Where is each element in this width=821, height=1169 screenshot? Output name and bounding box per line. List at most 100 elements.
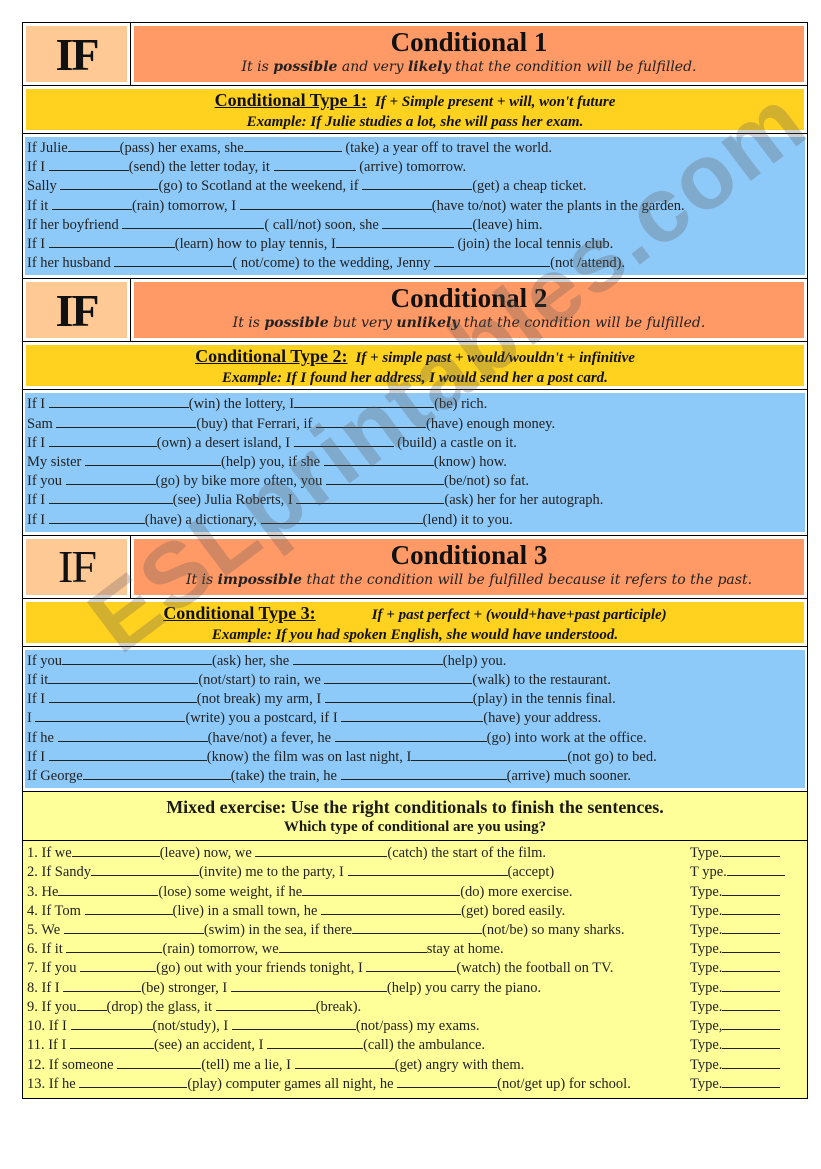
answer-blank[interactable]: [278, 940, 427, 954]
answer-blank[interactable]: [63, 921, 204, 935]
answer-blank[interactable]: [382, 216, 473, 229]
sentence-text: (walk) to the restaurant.: [472, 672, 611, 689]
answer-blank[interactable]: [230, 979, 387, 992]
answer-blank[interactable]: [48, 158, 129, 172]
answer-blank[interactable]: [56, 415, 197, 428]
answer-blank[interactable]: [352, 921, 482, 935]
sentence-text: 3. He: [27, 883, 59, 900]
answer-blank[interactable]: [48, 671, 199, 685]
answer-blank[interactable]: [341, 709, 484, 723]
answer-blank[interactable]: [117, 1056, 202, 1069]
type-blank[interactable]: [722, 979, 781, 992]
answer-blank[interactable]: [48, 434, 157, 447]
sentence-text: (see) an accident, I: [153, 1037, 268, 1054]
type-blank[interactable]: [722, 921, 781, 935]
answer-blank[interactable]: [316, 415, 426, 428]
answer-blank[interactable]: [79, 1075, 188, 1088]
type-blank[interactable]: [722, 1056, 781, 1069]
type-blank[interactable]: [722, 1017, 781, 1031]
answer-blank[interactable]: [243, 139, 342, 152]
answer-blank[interactable]: [294, 1056, 395, 1069]
exercise-item: If Julie (pass) her exams, she (take) a y…: [27, 139, 805, 158]
answer-blank[interactable]: [321, 902, 462, 915]
answer-blank[interactable]: [293, 434, 394, 447]
sentence-text: 13. If he: [27, 1075, 80, 1092]
answer-blank[interactable]: [60, 177, 159, 191]
type-blank[interactable]: [722, 1036, 781, 1050]
answer-blank[interactable]: [114, 254, 233, 268]
type-blank[interactable]: [722, 1075, 781, 1088]
answer-blank[interactable]: [411, 748, 568, 761]
answer-blank[interactable]: [70, 1017, 153, 1031]
mixed-item: 2. If Sandy (invite) me to the party, I (…: [27, 863, 805, 882]
answer-blank[interactable]: [80, 959, 157, 973]
sentence-text: (leave) him.: [472, 216, 543, 233]
answer-blank[interactable]: [69, 1036, 154, 1050]
exercise-item: If I (have) a dictionary, (lend) it to y…: [27, 511, 805, 530]
answer-blank[interactable]: [347, 863, 508, 877]
answer-blank[interactable]: [323, 453, 434, 467]
sentence-text: (own) a desert island, I: [156, 434, 294, 451]
exercise-item: If I (own) a desert island, I (build) a …: [27, 434, 805, 453]
subtitle-part: It is: [232, 315, 265, 332]
answer-blank[interactable]: [58, 883, 159, 896]
answer-blank[interactable]: [62, 652, 213, 665]
answer-blank[interactable]: [434, 254, 551, 268]
type-blank[interactable]: [722, 902, 781, 915]
rule-line: Conditional Type 3: If + past perfect + (…: [26, 602, 804, 626]
answer-blank[interactable]: [273, 158, 356, 172]
answer-blank[interactable]: [48, 690, 197, 704]
sentence-text: If I: [27, 511, 49, 528]
answer-blank[interactable]: [292, 652, 443, 665]
type-blank[interactable]: [722, 844, 781, 858]
answer-blank[interactable]: [85, 453, 221, 467]
answer-blank[interactable]: [335, 235, 454, 249]
answer-blank[interactable]: [294, 395, 435, 409]
answer-blank[interactable]: [366, 959, 457, 973]
type-blank[interactable]: [722, 998, 781, 1011]
answer-blank[interactable]: [267, 1036, 364, 1050]
answer-blank[interactable]: [48, 748, 207, 761]
answer-blank[interactable]: [71, 844, 160, 858]
answer-blank[interactable]: [48, 395, 189, 409]
answer-blank[interactable]: [76, 998, 107, 1011]
answer-blank[interactable]: [362, 177, 473, 191]
answer-blank[interactable]: [215, 998, 316, 1011]
answer-blank[interactable]: [48, 491, 173, 505]
answer-blank[interactable]: [326, 472, 445, 486]
answer-blank[interactable]: [340, 767, 507, 781]
answer-blank[interactable]: [48, 511, 145, 524]
answer-blank[interactable]: [35, 709, 186, 723]
sentence-text: (arrive) much sooner.: [506, 768, 632, 785]
answer-blank[interactable]: [57, 729, 208, 742]
section-header: IF Conditional 3 It is impossible that the…: [23, 535, 807, 599]
type-blank[interactable]: [722, 959, 781, 973]
answer-blank[interactable]: [65, 472, 156, 486]
answer-blank[interactable]: [324, 671, 473, 685]
answer-blank[interactable]: [296, 491, 445, 505]
answer-blank[interactable]: [66, 940, 163, 954]
answer-blank[interactable]: [239, 197, 432, 210]
answer-blank[interactable]: [91, 863, 200, 877]
answer-blank[interactable]: [397, 1075, 498, 1088]
answer-blank[interactable]: [302, 883, 461, 896]
answer-blank[interactable]: [324, 690, 473, 704]
answer-blank[interactable]: [255, 844, 388, 858]
answer-blank[interactable]: [334, 729, 487, 742]
answer-blank[interactable]: [231, 1017, 356, 1031]
answer-blank[interactable]: [84, 902, 173, 915]
section-title: Conditional 1: [390, 27, 548, 57]
rule-label: Conditional Type 2:: [195, 346, 348, 367]
answer-blank[interactable]: [82, 767, 231, 781]
answer-blank[interactable]: [122, 216, 265, 229]
answer-blank[interactable]: [48, 235, 175, 249]
subtitle-part: that the condition will be fulfilled bec…: [302, 571, 753, 588]
type-blank[interactable]: [722, 883, 781, 896]
answer-blank[interactable]: [67, 139, 120, 152]
answer-blank[interactable]: [260, 511, 423, 524]
type-blank[interactable]: [722, 940, 781, 954]
answer-blank[interactable]: [51, 197, 132, 210]
answer-blank[interactable]: [63, 979, 142, 992]
type-label: Type.: [690, 979, 723, 996]
type-blank[interactable]: [726, 863, 785, 877]
